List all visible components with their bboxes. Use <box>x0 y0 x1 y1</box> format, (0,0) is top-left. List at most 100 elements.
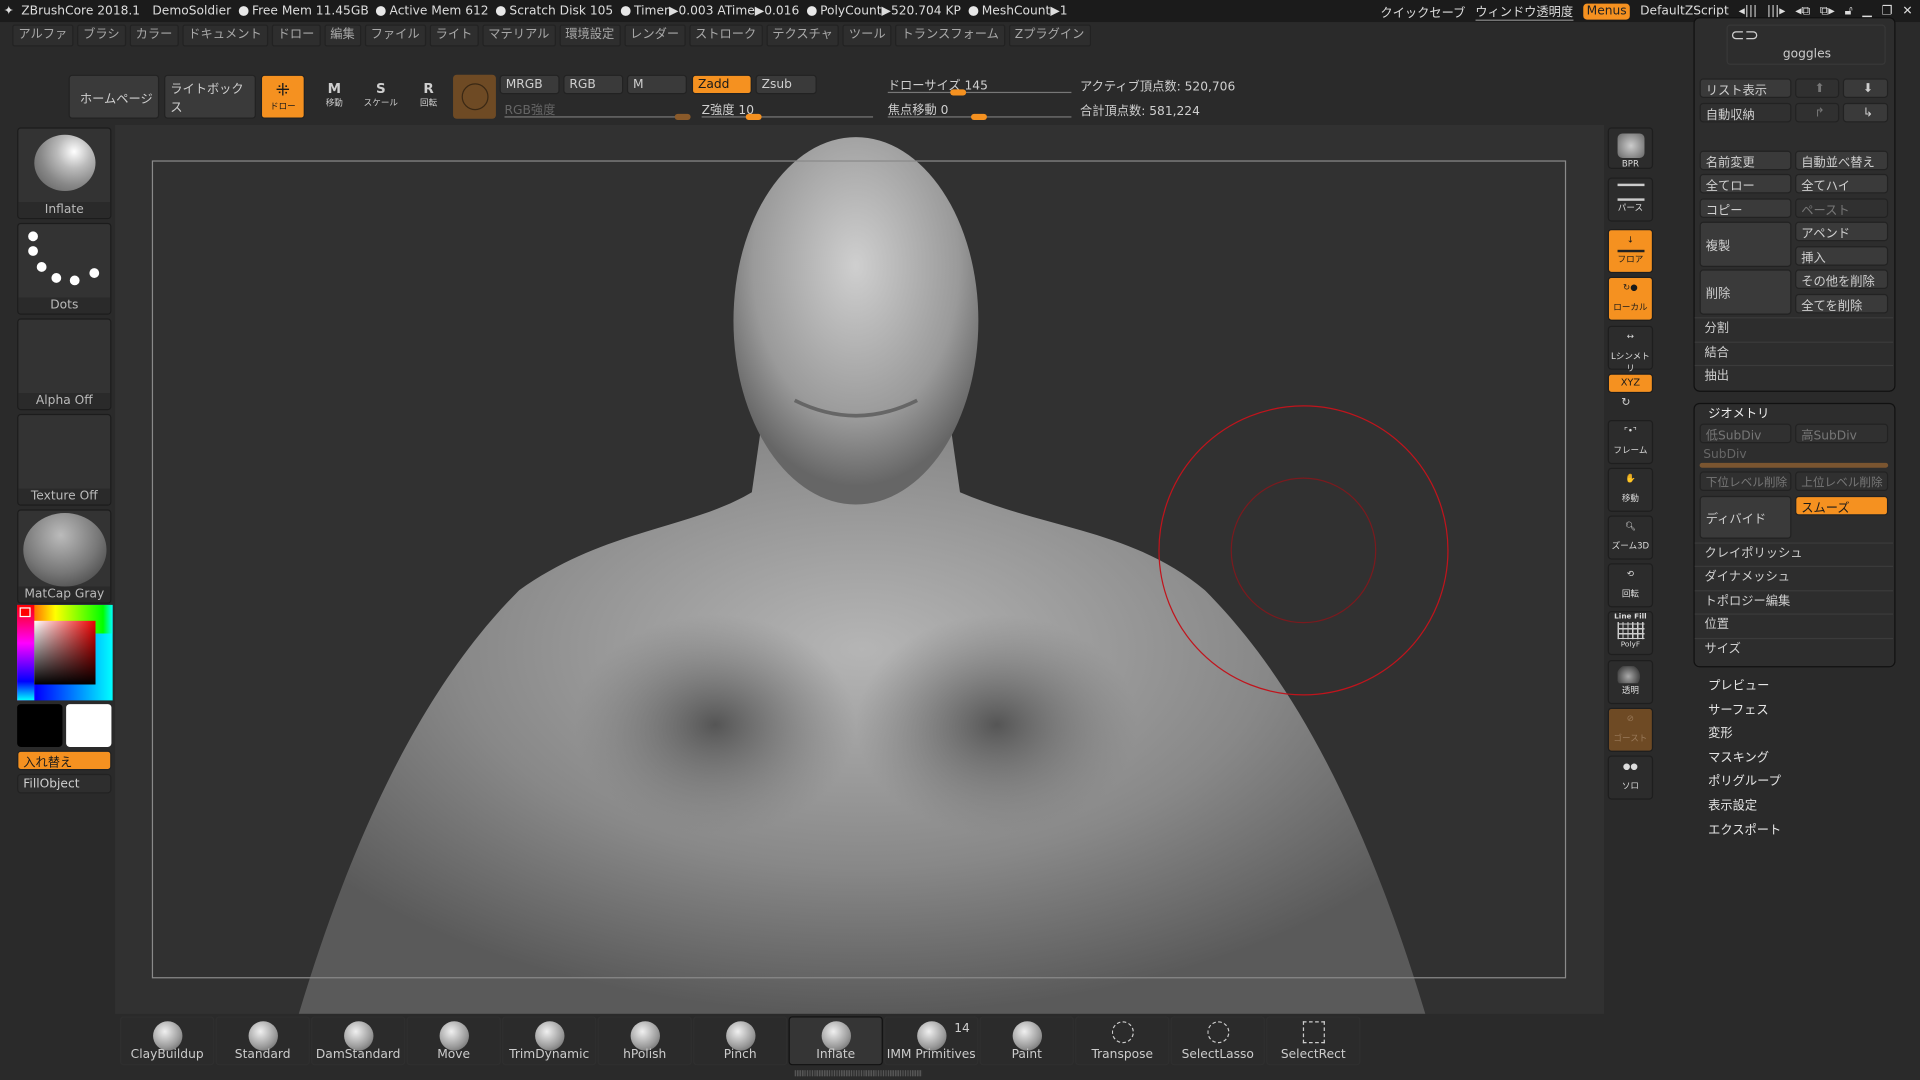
move-up-icon[interactable]: ⬆ <box>1795 78 1840 98</box>
draw-size-slider[interactable] <box>887 91 1072 94</box>
prev-layout-icon[interactable]: ◂⧉ <box>1795 4 1810 17</box>
secondary-color-swatch[interactable] <box>66 704 112 747</box>
brush-selectlasso[interactable]: SelectLasso <box>1170 1016 1265 1066</box>
fill-object-button[interactable]: FillObject <box>17 773 112 794</box>
swap-colors-button[interactable]: 入れ替え <box>17 750 112 771</box>
zoom3d-button[interactable]: 🔍︎ ズーム3D <box>1607 515 1654 560</box>
paste-button[interactable]: ペースト <box>1795 198 1889 218</box>
append-button[interactable]: アペンド <box>1795 221 1889 242</box>
mrgb-button[interactable]: MRGB <box>499 74 560 95</box>
rotate-mode-button[interactable]: R 回転 <box>414 81 443 109</box>
menu-10[interactable]: レンダー <box>624 24 686 47</box>
shelf-scroll-handle[interactable] <box>794 1070 923 1077</box>
list-all-button[interactable]: リスト表示 <box>1699 78 1792 98</box>
polyframe-button[interactable]: Line Fill PolyF <box>1607 611 1654 656</box>
geometry-title[interactable]: ジオメトリ <box>1708 403 1769 421</box>
subtool-item-goggles[interactable]: ⊂⊃ goggles <box>1726 24 1886 65</box>
position-section[interactable]: 位置 <box>1694 613 1894 636</box>
menu-5[interactable]: 編集 <box>324 24 361 47</box>
primary-color-swatch[interactable] <box>17 704 63 747</box>
ghost-button[interactable]: ⊘ ゴースト <box>1607 707 1654 752</box>
z-intensity-slider[interactable] <box>701 116 874 118</box>
move-view-button[interactable]: ✋ 移動 <box>1607 467 1654 512</box>
claypolish-section[interactable]: クレイポリッシュ <box>1694 542 1894 565</box>
rgb-button[interactable]: RGB <box>563 74 624 95</box>
shrink-ui-icon[interactable]: ◂||| <box>1739 4 1758 17</box>
next-layout-icon[interactable]: ⧉▸ <box>1820 4 1835 17</box>
menu-1[interactable]: ブラシ <box>77 24 126 47</box>
auto-reorder-button[interactable]: 自動並べ替え <box>1795 150 1889 171</box>
extract-section[interactable]: 抽出 <box>1694 364 1894 388</box>
expand-ui-icon[interactable]: |||▸ <box>1767 4 1786 17</box>
scale-mode-button[interactable]: S スケール <box>364 81 398 109</box>
frame-button[interactable]: ⌜•⌝ フレーム <box>1607 420 1654 465</box>
insert-button[interactable]: 挿入 <box>1795 246 1889 266</box>
menu-11[interactable]: ストローク <box>688 24 763 47</box>
zsub-button[interactable]: Zsub <box>755 74 817 95</box>
tool-section-item[interactable]: ポリグループ <box>1708 771 1781 789</box>
move-down-icon[interactable]: ⬇ <box>1842 78 1889 98</box>
brush-selectrect[interactable]: SelectRect <box>1266 1016 1361 1066</box>
homepage-button[interactable]: ホームページ <box>68 74 160 119</box>
tool-section-item[interactable]: 変形 <box>1708 723 1732 741</box>
symmetry-button[interactable]: ↔ Lシンメトリ <box>1607 325 1654 373</box>
tool-section-item[interactable]: マスキング <box>1708 747 1769 765</box>
brush-trimdynamic[interactable]: TrimDynamic <box>502 1016 597 1066</box>
quicksave-button[interactable]: クイックセーブ <box>1380 2 1465 20</box>
default-zscript-button[interactable]: DefaultZScript <box>1640 4 1729 17</box>
material-selector[interactable]: MatCap Gray <box>17 509 112 604</box>
menus-button[interactable]: Menus <box>1582 3 1631 19</box>
material-sphere-button[interactable] <box>453 74 496 119</box>
zadd-button[interactable]: Zadd <box>691 74 752 95</box>
arrow-return-icon[interactable]: ↳ <box>1842 102 1889 123</box>
m-button[interactable]: M <box>626 74 687 95</box>
topology-section[interactable]: トポロジー編集 <box>1694 590 1894 613</box>
window-transparency-slider[interactable]: ウィンドウ透明度 <box>1475 1 1574 21</box>
all-high-button[interactable]: 全てハイ <box>1795 173 1889 194</box>
menu-3[interactable]: ドキュメント <box>182 24 268 47</box>
menu-14[interactable]: トランスフォーム <box>895 24 1005 47</box>
delete-lower-button[interactable]: 下位レベル削除 <box>1699 471 1792 492</box>
brush-inflate[interactable]: Inflate <box>788 1016 883 1066</box>
menu-0[interactable]: アルファ <box>12 24 74 47</box>
alpha-selector[interactable]: Alpha Off <box>17 318 112 411</box>
y-rotate-icon[interactable]: ↻ <box>1621 397 1630 409</box>
draw-mode-button[interactable]: ⁜ ドロー <box>260 74 305 119</box>
rgb-intensity-slider[interactable] <box>504 116 689 118</box>
delete-all-button[interactable]: 全てを削除 <box>1795 293 1889 314</box>
higher-subdiv-button[interactable]: 高SubDiv <box>1795 423 1889 444</box>
brush-selector[interactable]: Inflate <box>17 127 112 220</box>
rotate-view-button[interactable]: ⟲ 回転 <box>1607 563 1654 608</box>
duplicate-button[interactable]: 複製 <box>1699 221 1792 267</box>
copy-button[interactable]: コピー <box>1699 198 1792 218</box>
subdiv-slider[interactable] <box>1699 462 1889 468</box>
perspective-button[interactable]: パース <box>1607 177 1654 222</box>
close-icon[interactable]: ✕ <box>1902 4 1912 17</box>
delete-higher-button[interactable]: 上位レベル削除 <box>1795 471 1889 492</box>
menu-13[interactable]: ツール <box>842 24 892 47</box>
move-mode-button[interactable]: M 移動 <box>318 81 350 109</box>
delete-button[interactable]: 削除 <box>1699 269 1792 315</box>
lightbox-button[interactable]: ライトボックス <box>164 74 256 119</box>
color-picker[interactable] <box>17 604 113 701</box>
texture-selector[interactable]: Texture Off <box>17 413 112 506</box>
menu-9[interactable]: 環境設定 <box>559 24 621 47</box>
tool-section-item[interactable]: サーフェス <box>1708 699 1768 717</box>
smooth-toggle[interactable]: スムーズ <box>1795 495 1889 516</box>
merge-section[interactable]: 結合 <box>1694 341 1894 365</box>
minimize-icon[interactable]: ▁ <box>1862 4 1871 17</box>
brush-move[interactable]: Move <box>406 1016 501 1066</box>
brush-hpolish[interactable]: hPolish <box>597 1016 692 1066</box>
menu-8[interactable]: マテリアル <box>482 24 556 47</box>
arrow-redo-icon[interactable]: ↱ <box>1795 102 1840 123</box>
menu-15[interactable]: Zプラグイン <box>1008 24 1091 47</box>
brush-imm-primitives[interactable]: 14 IMM Primitives <box>884 1016 979 1066</box>
brush-paint[interactable]: Paint <box>979 1016 1074 1066</box>
bpr-button[interactable]: BPR <box>1607 127 1654 169</box>
floor-button[interactable]: ↓ フロア <box>1607 228 1654 274</box>
menu-6[interactable]: ファイル <box>364 24 426 47</box>
delete-other-button[interactable]: その他を削除 <box>1795 269 1889 289</box>
brush-damstandard[interactable]: DamStandard <box>311 1016 406 1066</box>
all-low-button[interactable]: 全てロー <box>1699 173 1792 194</box>
menu-2[interactable]: カラー <box>129 24 179 47</box>
